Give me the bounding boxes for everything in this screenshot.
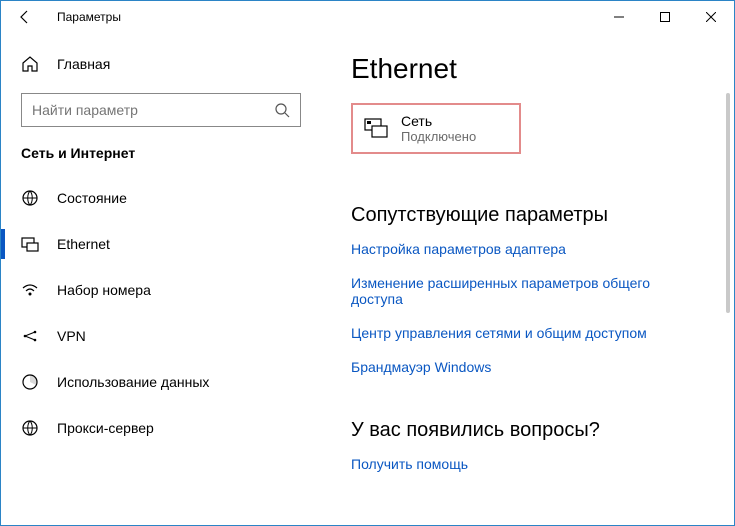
related-heading: Сопутствующие параметры: [351, 204, 704, 227]
ethernet-icon: [21, 235, 39, 253]
nav-item-ethernet[interactable]: Ethernet: [1, 221, 321, 267]
help-heading: У вас появились вопросы?: [351, 419, 704, 442]
nav-label: Использование данных: [57, 374, 209, 390]
status-icon: [21, 189, 39, 207]
section-header: Сеть и Интернет: [1, 145, 321, 175]
window-controls: [596, 1, 734, 33]
network-name: Сеть: [401, 113, 476, 129]
proxy-icon: [21, 419, 39, 437]
back-button[interactable]: [9, 9, 41, 25]
scrollbar[interactable]: [726, 93, 730, 313]
network-tile-text: Сеть Подключено: [401, 113, 476, 144]
search-icon: [274, 102, 290, 118]
nav-item-vpn[interactable]: VPN: [1, 313, 321, 359]
help-links: Получить помощь: [351, 456, 704, 472]
nav-label: Ethernet: [57, 236, 110, 252]
nav-item-dialup[interactable]: Набор номера: [1, 267, 321, 313]
nav-label: Состояние: [57, 190, 127, 206]
data-usage-icon: [21, 373, 39, 391]
nav-item-status[interactable]: Состояние: [1, 175, 321, 221]
nav-label: Прокси-сервер: [57, 420, 154, 436]
link-windows-firewall[interactable]: Брандмауэр Windows: [351, 359, 704, 375]
link-get-help[interactable]: Получить помощь: [351, 456, 704, 472]
sidebar: Главная Сеть и Интернет Состояние: [1, 33, 321, 525]
window-title: Параметры: [41, 10, 121, 24]
home-button[interactable]: Главная: [1, 45, 321, 83]
nav-item-data-usage[interactable]: Использование данных: [1, 359, 321, 405]
related-links: Настройка параметров адаптера Изменение …: [351, 241, 704, 375]
link-advanced-sharing[interactable]: Изменение расширенных параметров общего …: [351, 275, 704, 307]
network-computer-icon: [363, 116, 389, 142]
nav-list: Состояние Ethernet Набор номера: [1, 175, 321, 451]
search-box[interactable]: [21, 93, 301, 127]
titlebar: Параметры: [1, 1, 734, 33]
nav-label: VPN: [57, 328, 86, 344]
dialup-icon: [21, 281, 39, 299]
link-adapter-settings[interactable]: Настройка параметров адаптера: [351, 241, 704, 257]
network-tile[interactable]: Сеть Подключено: [351, 103, 521, 154]
home-icon: [21, 55, 39, 73]
search-input[interactable]: [32, 102, 274, 118]
maximize-button[interactable]: [642, 1, 688, 33]
nav-item-proxy[interactable]: Прокси-сервер: [1, 405, 321, 451]
link-network-center[interactable]: Центр управления сетями и общим доступом: [351, 325, 704, 341]
main-panel: Ethernet Сеть Подключено Сопутствующие п…: [321, 33, 734, 525]
page-heading: Ethernet: [351, 53, 704, 85]
home-label: Главная: [57, 56, 110, 72]
minimize-button[interactable]: [596, 1, 642, 33]
close-button[interactable]: [688, 1, 734, 33]
settings-window: Параметры Главная: [0, 0, 735, 526]
nav-label: Набор номера: [57, 282, 151, 298]
vpn-icon: [21, 327, 39, 345]
network-status: Подключено: [401, 129, 476, 144]
